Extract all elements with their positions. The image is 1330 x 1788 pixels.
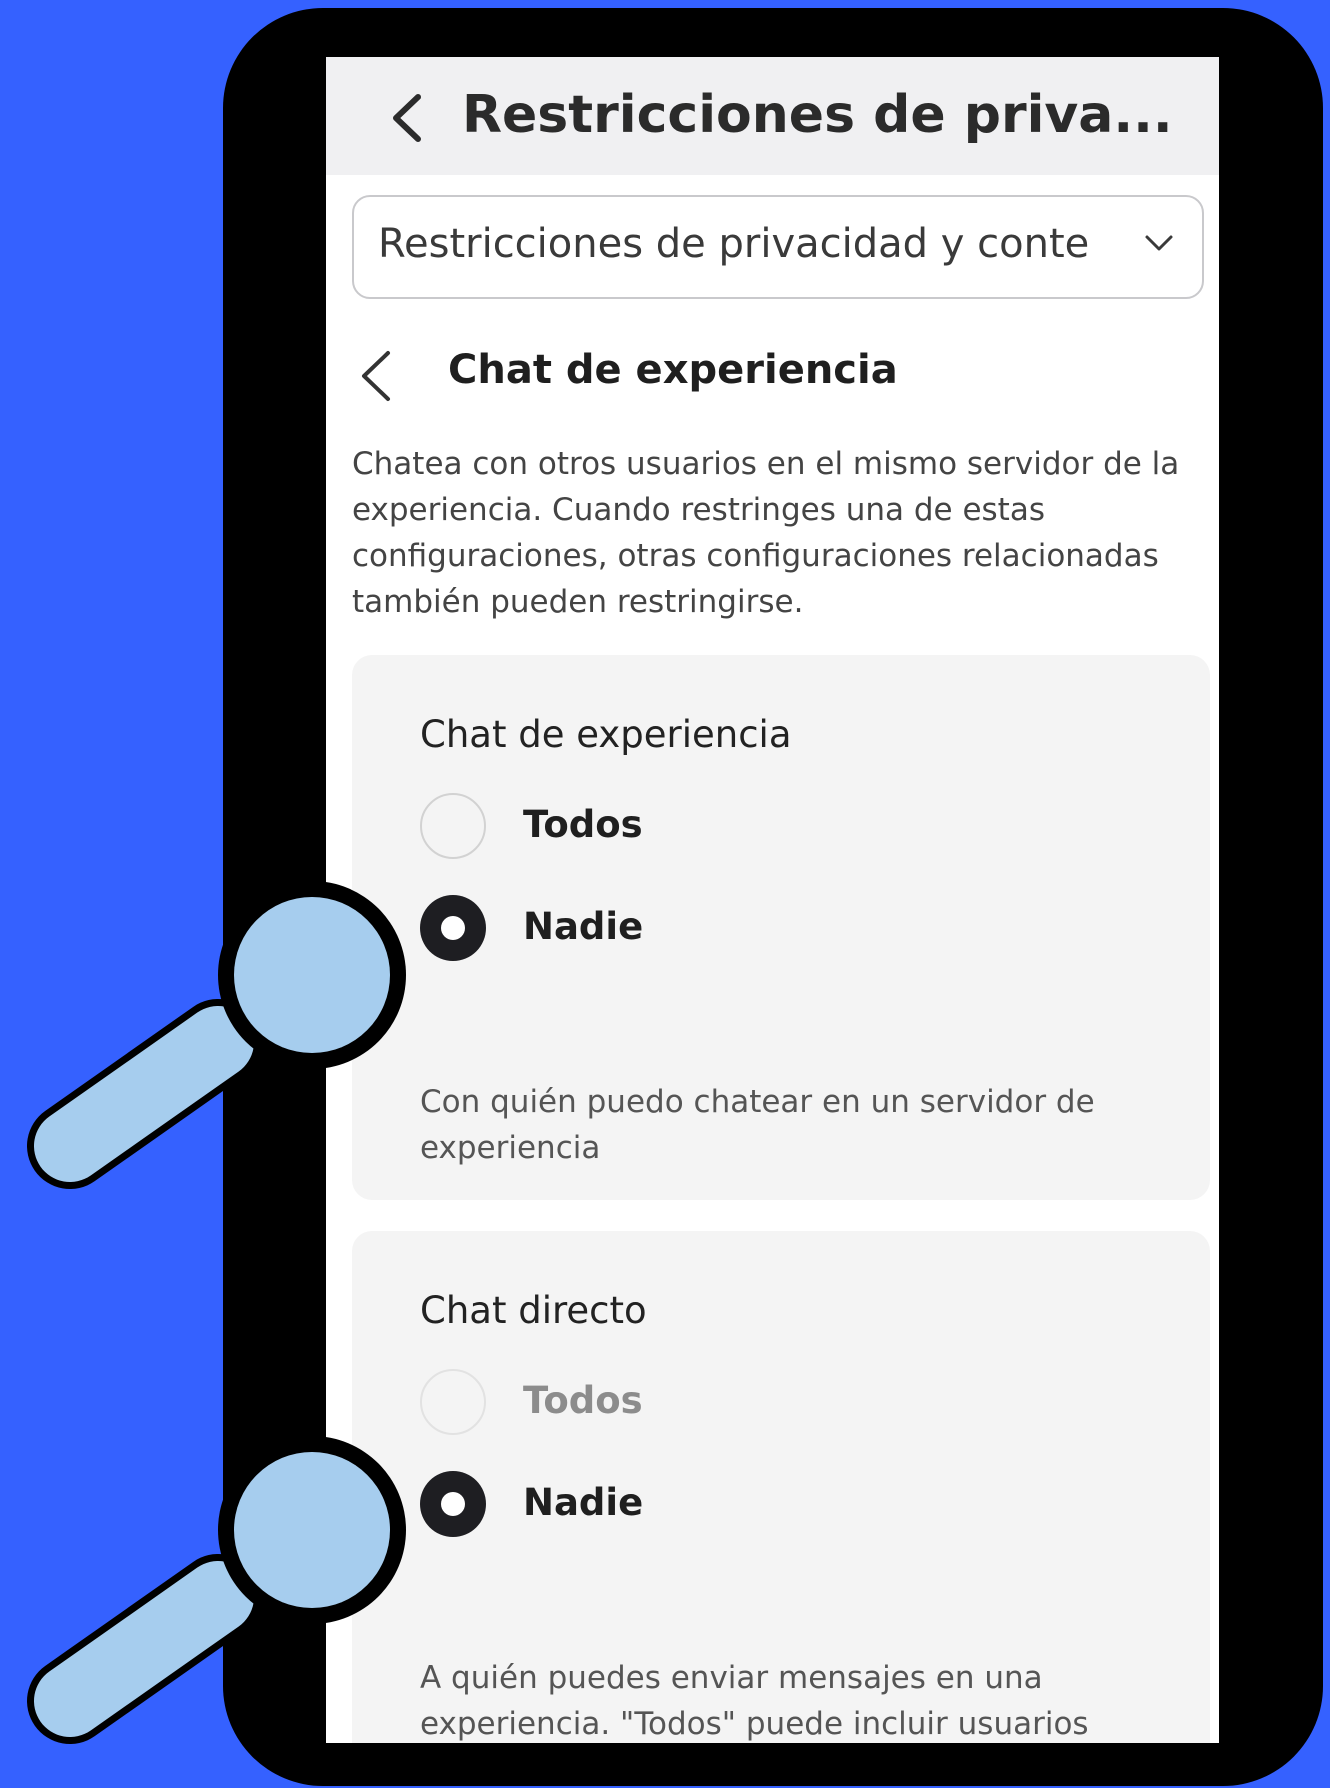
radio-button-selected[interactable] xyxy=(420,895,486,961)
experience-chat-description: Con quién puedo chatear en un servidor d… xyxy=(420,1084,1095,1166)
section-description: Chatea con otros usuarios en el mismo se… xyxy=(352,446,1180,620)
page-title: Restricciones de priva... xyxy=(462,85,1173,145)
direct-chat-card: Chat directo Todos Nadie A quién puedes … xyxy=(352,1231,1210,1743)
radio-button-unselected[interactable] xyxy=(420,793,486,859)
section-back-chevron-icon[interactable] xyxy=(358,349,394,403)
screen: Restricciones de priva... Restricciones … xyxy=(326,57,1219,1743)
option-label: Nadie xyxy=(523,1481,644,1524)
option-label: Nadie xyxy=(523,905,644,948)
back-chevron-icon[interactable] xyxy=(388,93,428,143)
direct-chat-description: A quién puedes enviar mensajes en una ex… xyxy=(420,1660,1089,1742)
option-label: Todos xyxy=(523,803,643,846)
section-title: Chat de experiencia xyxy=(448,347,898,393)
magnifying-glass-icon xyxy=(27,1436,406,1744)
experience-chat-title: Chat de experiencia xyxy=(420,713,792,756)
radio-button-disabled[interactable] xyxy=(420,1369,486,1435)
magnifying-glass-icon xyxy=(27,881,406,1189)
option-label: Todos xyxy=(523,1379,643,1422)
radio-button-selected[interactable] xyxy=(420,1471,486,1537)
dropdown-value: Restricciones de privacidad y conte xyxy=(378,221,1090,267)
chevron-down-icon xyxy=(1145,235,1173,251)
top-bar: Restricciones de priva... xyxy=(326,57,1219,175)
direct-chat-title: Chat directo xyxy=(420,1289,647,1332)
experience-chat-card: Chat de experiencia Todos Nadie Con quié… xyxy=(352,655,1210,1200)
restrictions-dropdown[interactable]: Restricciones de privacidad y conte xyxy=(352,195,1204,299)
